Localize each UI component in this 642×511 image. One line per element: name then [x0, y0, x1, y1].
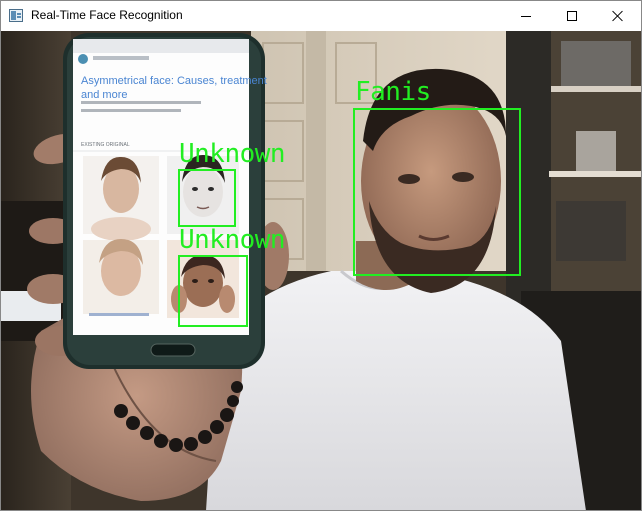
- maximize-icon: [567, 11, 577, 21]
- phone-section-label: EXISTING ORIGINAL: [81, 142, 130, 148]
- app-window-icon: [9, 9, 23, 22]
- window-title: Real-Time Face Recognition: [31, 8, 183, 22]
- camera-feed: Asymmetrical face: Causes, treatment and …: [1, 31, 641, 510]
- close-icon: [612, 10, 624, 22]
- minimize-icon: [521, 15, 531, 17]
- maximize-button[interactable]: [549, 1, 595, 31]
- face-label-unknown-1: Unknown: [179, 139, 286, 169]
- minimize-button[interactable]: [503, 1, 549, 31]
- face-box-unknown-2: [178, 255, 248, 327]
- title-bar[interactable]: Real-Time Face Recognition: [1, 1, 641, 31]
- close-button[interactable]: [595, 1, 641, 31]
- face-box-unknown-1: [178, 169, 236, 227]
- app-window: Real-Time Face Recognition Asymmetrical …: [0, 0, 642, 511]
- face-label-unknown-2: Unknown: [179, 225, 286, 255]
- camera-frame: Asymmetrical face: Causes, treatment and …: [1, 31, 641, 510]
- face-box-fanis: [353, 108, 521, 276]
- face-label-fanis: Fanis: [355, 77, 431, 107]
